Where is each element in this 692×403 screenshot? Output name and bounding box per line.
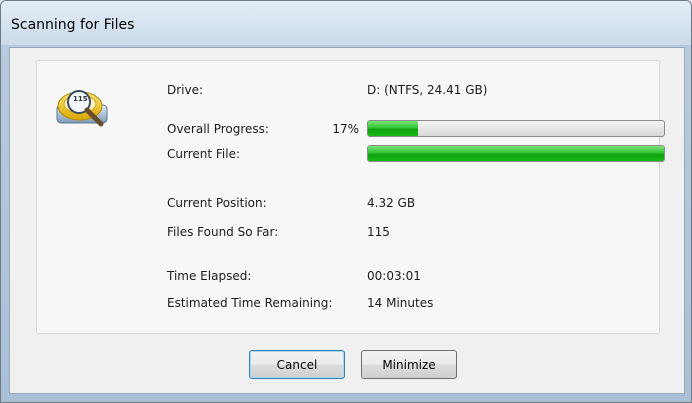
current-file-label: Current File:: [167, 147, 241, 161]
current-position-value: 4.32 GB: [367, 196, 416, 210]
time-remaining-value: 14 Minutes: [367, 296, 434, 310]
current-position-label: Current Position:: [167, 196, 267, 210]
overall-progress-bar: [367, 120, 665, 137]
time-elapsed-label: Time Elapsed:: [167, 269, 252, 283]
icon-badge-text: 115: [73, 95, 88, 103]
title-bar[interactable]: Scanning for Files: [1, 1, 691, 45]
cancel-button[interactable]: Cancel: [249, 350, 345, 379]
scan-dialog-window: Scanning for Files 115 Drive: D: (NTFS, …: [0, 0, 692, 403]
overall-progress-label: Overall Progress:: [167, 122, 269, 136]
window-title: Scanning for Files: [11, 17, 135, 33]
drive-label: Drive:: [167, 83, 204, 97]
current-file-progress-fill: [368, 146, 664, 161]
overall-progress-percent: 17%: [332, 122, 359, 136]
drive-value: D: (NTFS, 24.41 GB): [367, 83, 488, 97]
scan-info-panel: 115 Drive: D: (NTFS, 24.41 GB) Overall P…: [36, 60, 665, 334]
drive-search-icon: [53, 75, 115, 137]
time-remaining-label: Estimated Time Remaining:: [167, 296, 333, 310]
minimize-button[interactable]: Minimize: [361, 350, 457, 379]
files-found-value: 115: [367, 225, 390, 239]
current-file-progress-bar: [367, 145, 665, 162]
time-elapsed-value: 00:03:01: [367, 269, 421, 283]
files-found-label: Files Found So Far:: [167, 225, 279, 239]
overall-progress-fill: [368, 121, 419, 136]
dialog-client-area: 115 Drive: D: (NTFS, 24.41 GB) Overall P…: [9, 47, 685, 394]
